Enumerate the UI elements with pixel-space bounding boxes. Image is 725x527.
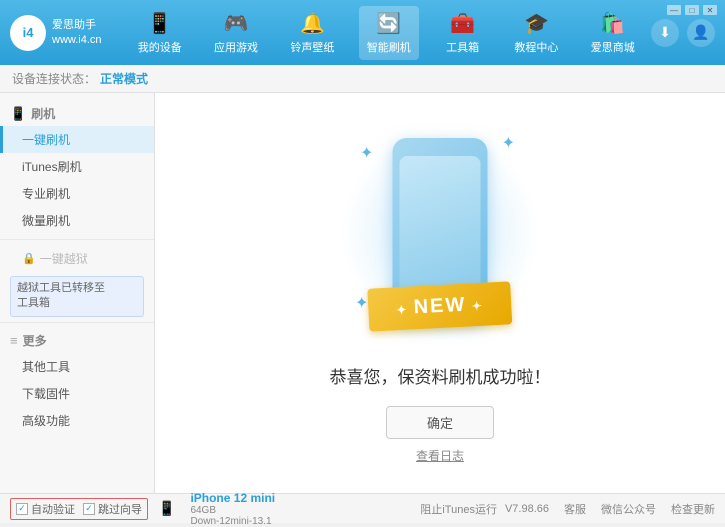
sidebar-item-advanced[interactable]: 高级功能 [0, 407, 154, 434]
main-layout: 📱 刷机 一键刷机 iTunes刷机 专业刷机 微量刷机 🔒 一键越狱 越狱工具… [0, 93, 725, 493]
sidebar-item-download-firmware[interactable]: 下载固件 [0, 380, 154, 407]
nav-apps-icon: 🎮 [224, 11, 249, 36]
wechat-link[interactable]: 微信公众号 [601, 501, 656, 517]
logo-text: 爱思助手 www.i4.cn [52, 18, 102, 47]
success-message: 恭喜您，保资料刷机成功啦！ [330, 363, 551, 388]
flash-section-icon: 📱 [10, 106, 26, 122]
status-bar: 设备连接状态： 正常模式 [0, 65, 725, 93]
top-right-controls: ⬇ 👤 [651, 19, 715, 47]
nav-toolbox-icon: 🧰 [450, 11, 475, 36]
close-button[interactable]: ✕ [703, 5, 717, 15]
content-area: ✦ ✦ ✦ NEW 恭喜您，保资料刷机成功啦！ 确定 查看日志 [155, 93, 725, 493]
sidebar-divider-1 [0, 239, 154, 240]
nav-store[interactable]: 🛍️ 爱思商城 [583, 6, 643, 60]
logo-icon: i4 [10, 15, 46, 51]
nav-smart-flash[interactable]: 🔄 智能刷机 [359, 6, 419, 60]
skip-wizard-cb-icon [83, 503, 95, 515]
nav-my-device[interactable]: 📱 我的设备 [130, 6, 190, 60]
maximize-button[interactable]: □ [685, 5, 699, 15]
skip-wizard-checkbox[interactable]: 跳过向导 [83, 501, 142, 517]
sidebar-section-more: ≡ 更多 [0, 328, 154, 353]
top-bar: i4 爱思助手 www.i4.cn 📱 我的设备 🎮 应用游戏 🔔 铃声壁纸 🔄… [0, 0, 725, 65]
version-label: V7.98.66 [505, 503, 549, 515]
nav-apps-games[interactable]: 🎮 应用游戏 [206, 6, 266, 60]
sidebar-section-flash: 📱 刷机 [0, 101, 154, 126]
device-info: iPhone 12 mini 64GB Down-12mini-13.1 [190, 491, 275, 527]
sidebar-item-other-tools[interactable]: 其他工具 [0, 353, 154, 380]
check-update-link[interactable]: 检查更新 [671, 501, 715, 517]
nav-ringtones[interactable]: 🔔 铃声壁纸 [282, 6, 342, 60]
nav-ringtones-icon: 🔔 [300, 11, 325, 36]
device-storage: 64GB [190, 505, 275, 516]
sparkle-top-left-icon: ✦ [360, 143, 373, 163]
sidebar-item-jailbreak-disabled: 🔒 一键越狱 [0, 245, 154, 272]
sidebar-divider-2 [0, 322, 154, 323]
confirm-button[interactable]: 确定 [386, 406, 494, 439]
nav-flash-icon: 🔄 [376, 11, 401, 36]
download-button[interactable]: ⬇ [651, 19, 679, 47]
bottom-right-area: V7.98.66 客服 微信公众号 检查更新 [505, 501, 715, 517]
view-log-link[interactable]: 查看日志 [416, 447, 464, 464]
nav-tutorial[interactable]: 🎓 教程中心 [506, 6, 566, 60]
checkbox-group: 自动验证 跳过向导 [10, 498, 148, 520]
bottom-bar: 自动验证 跳过向导 📱 iPhone 12 mini 64GB Down-12m… [0, 493, 725, 523]
phone-illustration: ✦ ✦ ✦ NEW [340, 123, 540, 343]
sidebar-item-itunes-flash[interactable]: iTunes刷机 [0, 153, 154, 180]
bottom-left-area: 自动验证 跳过向导 📱 iPhone 12 mini 64GB Down-12m… [10, 491, 420, 527]
new-badge: NEW [367, 281, 513, 331]
sidebar-item-one-key-flash[interactable]: 一键刷机 [0, 126, 154, 153]
sidebar: 📱 刷机 一键刷机 iTunes刷机 专业刷机 微量刷机 🔒 一键越狱 越狱工具… [0, 93, 155, 493]
more-section-icon: ≡ [10, 333, 18, 348]
nav-tutorial-icon: 🎓 [524, 11, 549, 36]
auto-send-cb-icon [16, 503, 28, 515]
itunes-status: 阻止iTunes运行 [420, 501, 497, 517]
service-link[interactable]: 客服 [564, 501, 586, 517]
device-icon: 📱 [158, 500, 175, 517]
nav-items: 📱 我的设备 🎮 应用游戏 🔔 铃声壁纸 🔄 智能刷机 🧰 工具箱 🎓 教程中心… [122, 6, 651, 60]
account-button[interactable]: 👤 [687, 19, 715, 47]
phone-screen [400, 156, 481, 305]
minimize-button[interactable]: — [667, 5, 681, 15]
sidebar-item-micro-flash[interactable]: 微量刷机 [0, 207, 154, 234]
device-version: Down-12mini-13.1 [190, 516, 275, 527]
nav-store-icon: 🛍️ [600, 11, 625, 36]
sparkle-top-right-icon: ✦ [502, 133, 515, 153]
lock-icon: 🔒 [22, 252, 36, 265]
sidebar-jailbreak-note: 越狱工具已转移至工具箱 [10, 276, 144, 317]
logo-area: i4 爱思助手 www.i4.cn [10, 15, 102, 51]
nav-my-device-icon: 📱 [147, 11, 172, 36]
nav-toolbox[interactable]: 🧰 工具箱 [435, 6, 490, 60]
auto-send-checkbox[interactable]: 自动验证 [16, 501, 75, 517]
window-controls: — □ ✕ [667, 5, 717, 15]
sidebar-item-pro-flash[interactable]: 专业刷机 [0, 180, 154, 207]
sparkle-bottom-left-icon: ✦ [355, 293, 368, 313]
